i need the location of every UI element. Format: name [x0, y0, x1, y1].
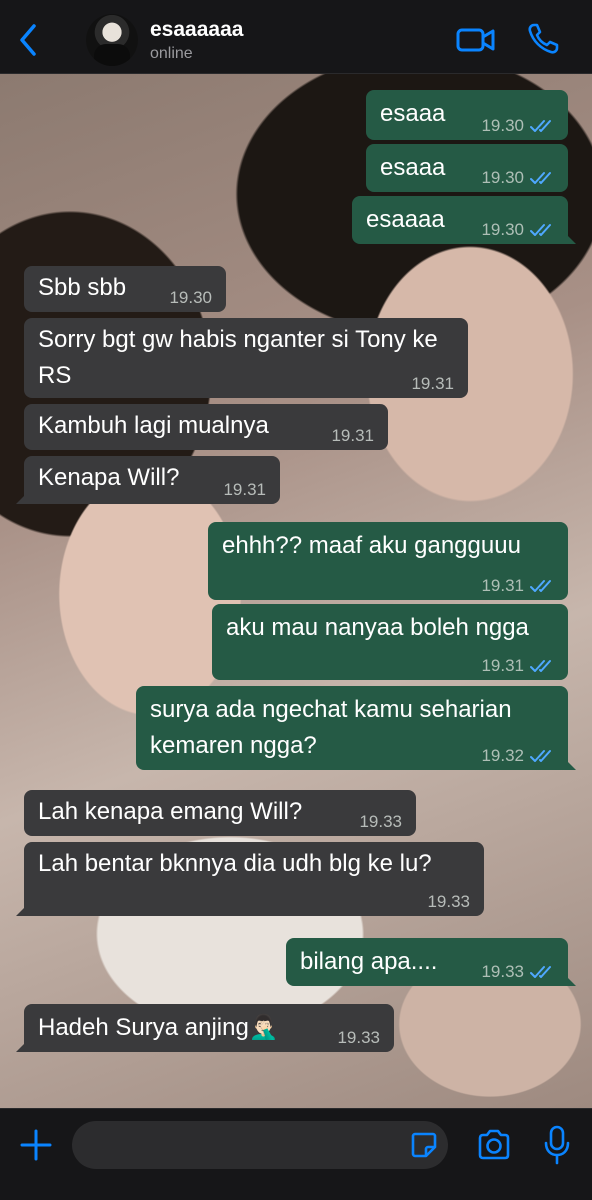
message-text: Lah bentar bknnya dia udh blg ke lu?	[38, 850, 432, 877]
composer-bar	[0, 1108, 592, 1200]
phone-call-icon[interactable]	[526, 22, 560, 56]
read-receipt-icon	[530, 660, 551, 672]
message-time: 19.33	[481, 962, 524, 981]
contact-status: online	[150, 45, 193, 62]
message-text: Lah kenapa emang Will?	[38, 798, 303, 825]
plus-icon[interactable]	[18, 1127, 54, 1163]
message-time: 19.33	[337, 1028, 380, 1047]
back-chevron-icon[interactable]	[14, 20, 44, 60]
read-receipt-icon	[530, 224, 551, 236]
message-time: 19.31	[481, 656, 524, 675]
message-incoming[interactable]: Kambuh lagi mualnya 19.31	[24, 404, 388, 450]
message-input[interactable]	[72, 1121, 448, 1169]
message-outgoing[interactable]: bilang apa.... 19.33	[286, 938, 568, 986]
microphone-icon[interactable]	[544, 1125, 570, 1165]
message-outgoing[interactable]: esaaa 19.30	[366, 144, 568, 192]
message-time: 19.30	[481, 168, 524, 187]
chat-header: esaaaaaa online	[0, 0, 592, 74]
message-text: ehhh?? maaf aku gangguuu	[222, 532, 521, 559]
message-text: aku mau nanyaa boleh ngga	[226, 614, 529, 641]
contact-name[interactable]: esaaaaaa	[150, 18, 243, 42]
camera-icon[interactable]	[476, 1129, 512, 1161]
message-time: 19.30	[169, 288, 212, 307]
message-time: 19.31	[223, 480, 266, 499]
read-receipt-icon	[530, 120, 551, 132]
chat-area[interactable]: esaaa 19.30 esaaa 19.30 esaaaa 19.30 Sbb…	[0, 74, 592, 1108]
message-incoming[interactable]: Sorry bgt gw habis nganter si Tony ke RS…	[24, 318, 468, 398]
message-time: 19.30	[481, 116, 524, 135]
read-receipt-icon	[530, 172, 551, 184]
message-incoming[interactable]: Hadeh Surya anjing🤦🏻‍♂️ 19.33	[24, 1004, 394, 1052]
message-time: 19.32	[481, 746, 524, 765]
message-incoming[interactable]: Lah kenapa emang Will? 19.33	[24, 790, 416, 836]
message-outgoing[interactable]: ehhh?? maaf aku gangguuu 19.31	[208, 522, 568, 600]
message-text: esaaa	[380, 154, 446, 181]
message-time: 19.31	[411, 374, 454, 393]
message-time: 19.31	[331, 426, 374, 445]
read-receipt-icon	[530, 750, 551, 762]
message-outgoing[interactable]: esaaaa 19.30	[352, 196, 568, 244]
video-call-icon[interactable]	[456, 24, 496, 56]
message-text: Sorry bgt gw habis nganter si Tony ke RS	[38, 326, 438, 389]
message-outgoing[interactable]: surya ada ngechat kamu seharian kemaren …	[136, 686, 568, 770]
message-text: Kambuh lagi mualnya	[38, 412, 269, 439]
message-time: 19.31	[481, 576, 524, 595]
message-time: 19.33	[427, 892, 470, 911]
message-time: 19.33	[359, 812, 402, 831]
sticker-icon[interactable]	[410, 1131, 438, 1159]
message-text: esaaa	[380, 100, 446, 127]
message-outgoing[interactable]: esaaa 19.30	[366, 90, 568, 140]
read-receipt-icon	[530, 580, 551, 592]
read-receipt-icon	[530, 966, 551, 978]
message-incoming[interactable]: Kenapa Will? 19.31	[24, 456, 280, 504]
message-outgoing[interactable]: aku mau nanyaa boleh ngga 19.31	[212, 604, 568, 680]
message-time: 19.30	[481, 220, 524, 239]
avatar[interactable]	[86, 14, 138, 66]
message-incoming[interactable]: Lah bentar bknnya dia udh blg ke lu? 19.…	[24, 842, 484, 916]
message-incoming[interactable]: Sbb sbb 19.30	[24, 266, 226, 312]
message-text: esaaaa	[366, 206, 445, 233]
message-text: Hadeh Surya anjing🤦🏻‍♂️	[38, 1014, 279, 1041]
